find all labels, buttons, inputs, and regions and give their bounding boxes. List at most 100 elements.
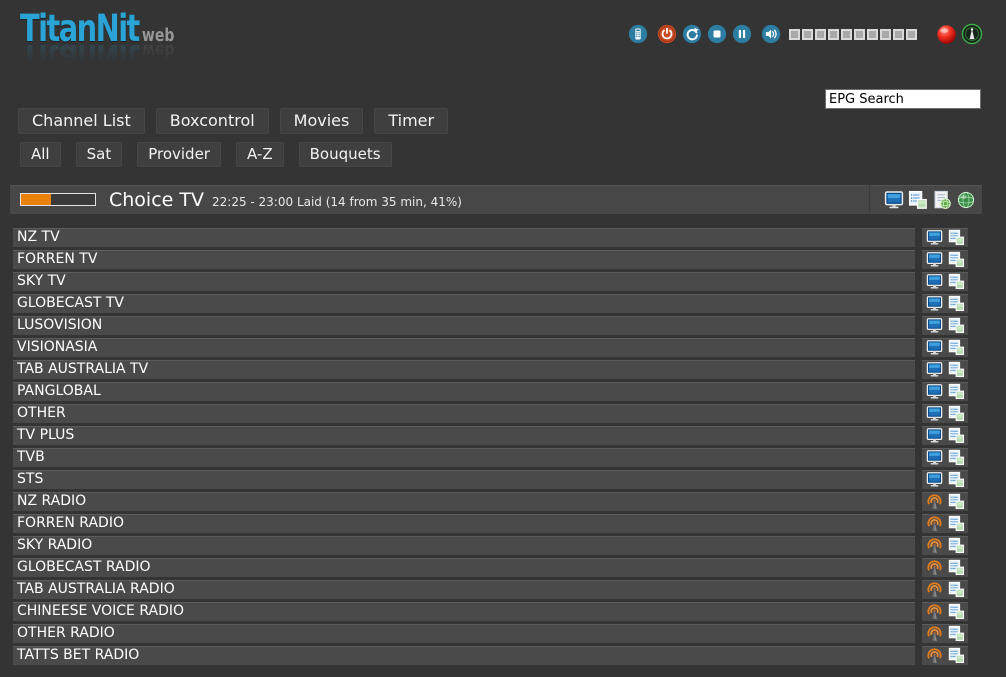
channel-row-actions xyxy=(922,470,968,489)
volume-segment[interactable] xyxy=(841,29,852,40)
volume-segment[interactable] xyxy=(854,29,865,40)
tab-channel-list[interactable]: Channel List xyxy=(18,108,145,134)
tv-icon[interactable] xyxy=(926,229,943,246)
epg-icon[interactable] xyxy=(948,581,965,598)
epg-icon[interactable] xyxy=(948,317,965,334)
channel-name[interactable]: NZ TV xyxy=(13,228,915,247)
volume-segment[interactable] xyxy=(906,29,917,40)
volume-segment[interactable] xyxy=(893,29,904,40)
epg-icon[interactable] xyxy=(948,493,965,510)
tv-icon[interactable] xyxy=(926,317,943,334)
power-icon[interactable] xyxy=(657,24,677,44)
tv-icon[interactable] xyxy=(926,251,943,268)
pause-icon[interactable] xyxy=(732,24,752,44)
remote-icon[interactable] xyxy=(628,24,648,44)
screenshot-icon[interactable] xyxy=(884,190,904,210)
channel-name[interactable]: TV PLUS xyxy=(13,426,915,445)
channel-name[interactable]: GLOBECAST TV xyxy=(13,294,915,313)
epg-icon[interactable] xyxy=(948,273,965,290)
channel-name[interactable]: LUSOVISION xyxy=(13,316,915,335)
filter-provider[interactable]: Provider xyxy=(137,142,221,167)
epg-icon[interactable] xyxy=(948,603,965,620)
channel-name[interactable]: OTHER RADIO xyxy=(13,624,915,643)
channel-name[interactable]: TVB xyxy=(13,448,915,467)
channel-row: TATTS BET RADIO xyxy=(13,646,968,665)
program-progress-fill xyxy=(21,194,51,205)
channel-row: CHINEESE VOICE RADIO xyxy=(13,602,968,621)
radio-icon[interactable] xyxy=(926,581,943,598)
channel-row-actions xyxy=(922,228,968,247)
tv-icon[interactable] xyxy=(926,449,943,466)
channel-name[interactable]: TAB AUSTRALIA TV xyxy=(13,360,915,379)
channel-name[interactable]: VISIONASIA xyxy=(13,338,915,357)
epg-icon[interactable] xyxy=(948,449,965,466)
channel-name[interactable]: OTHER xyxy=(13,404,915,423)
channel-name[interactable]: STS xyxy=(13,470,915,489)
channel-name[interactable]: TAB AUSTRALIA RADIO xyxy=(13,580,915,599)
epg-icon[interactable] xyxy=(948,361,965,378)
epg-icon[interactable] xyxy=(948,405,965,422)
volume-icon[interactable] xyxy=(761,24,781,44)
filter-bouquets[interactable]: Bouquets xyxy=(299,142,392,167)
channel-name[interactable]: SKY RADIO xyxy=(13,536,915,555)
tab-timer[interactable]: Timer xyxy=(374,108,448,134)
channel-name[interactable]: CHINEESE VOICE RADIO xyxy=(13,602,915,621)
epg-icon[interactable] xyxy=(948,559,965,576)
webtv-icon[interactable] xyxy=(932,190,952,210)
volume-segment[interactable] xyxy=(867,29,878,40)
epg-icon[interactable] xyxy=(948,339,965,356)
channel-name[interactable]: NZ RADIO xyxy=(13,492,915,511)
channel-name[interactable]: FORREN TV xyxy=(13,250,915,269)
channel-name[interactable]: SKY TV xyxy=(13,272,915,291)
stream-icon[interactable] xyxy=(961,23,983,45)
channel-row: NZ TV xyxy=(13,228,968,247)
channel-row: LUSOVISION xyxy=(13,316,968,335)
tab-boxcontrol[interactable]: Boxcontrol xyxy=(156,108,269,134)
tv-icon[interactable] xyxy=(926,427,943,444)
epg-icon[interactable] xyxy=(948,229,965,246)
radio-icon[interactable] xyxy=(926,493,943,510)
radio-icon[interactable] xyxy=(926,625,943,642)
radio-icon[interactable] xyxy=(926,603,943,620)
epg-icon[interactable] xyxy=(948,515,965,532)
tv-icon[interactable] xyxy=(926,405,943,422)
radio-icon[interactable] xyxy=(926,515,943,532)
epg-list-icon[interactable] xyxy=(908,190,928,210)
channel-row: OTHER xyxy=(13,404,968,423)
epg-icon[interactable] xyxy=(948,251,965,268)
tv-icon[interactable] xyxy=(926,361,943,378)
channel-name[interactable]: GLOBECAST RADIO xyxy=(13,558,915,577)
epg-search-input[interactable] xyxy=(825,89,981,109)
epg-icon[interactable] xyxy=(948,625,965,642)
radio-icon[interactable] xyxy=(926,537,943,554)
volume-segment[interactable] xyxy=(815,29,826,40)
filter-sat[interactable]: Sat xyxy=(76,142,123,167)
stream-globe-icon[interactable] xyxy=(956,190,976,210)
epg-icon[interactable] xyxy=(948,295,965,312)
epg-icon[interactable] xyxy=(948,427,965,444)
epg-icon[interactable] xyxy=(948,647,965,664)
tv-icon[interactable] xyxy=(926,273,943,290)
tv-icon[interactable] xyxy=(926,295,943,312)
restart-icon[interactable] xyxy=(682,24,702,44)
volume-segment[interactable] xyxy=(880,29,891,40)
filter-all[interactable]: All xyxy=(20,142,61,167)
tv-icon[interactable] xyxy=(926,339,943,356)
channel-name[interactable]: PANGLOBAL xyxy=(13,382,915,401)
radio-icon[interactable] xyxy=(926,647,943,664)
filter-a-z[interactable]: A-Z xyxy=(236,142,284,167)
channel-name[interactable]: FORREN RADIO xyxy=(13,514,915,533)
epg-icon[interactable] xyxy=(948,383,965,400)
tv-icon[interactable] xyxy=(926,471,943,488)
epg-icon[interactable] xyxy=(948,471,965,488)
volume-level-strip[interactable] xyxy=(787,29,917,40)
channel-name[interactable]: TATTS BET RADIO xyxy=(13,646,915,665)
volume-segment[interactable] xyxy=(802,29,813,40)
radio-icon[interactable] xyxy=(926,559,943,576)
tv-icon[interactable] xyxy=(926,383,943,400)
stop-icon[interactable] xyxy=(707,24,727,44)
volume-segment[interactable] xyxy=(789,29,800,40)
tab-movies[interactable]: Movies xyxy=(280,108,364,134)
volume-segment[interactable] xyxy=(828,29,839,40)
epg-icon[interactable] xyxy=(948,537,965,554)
